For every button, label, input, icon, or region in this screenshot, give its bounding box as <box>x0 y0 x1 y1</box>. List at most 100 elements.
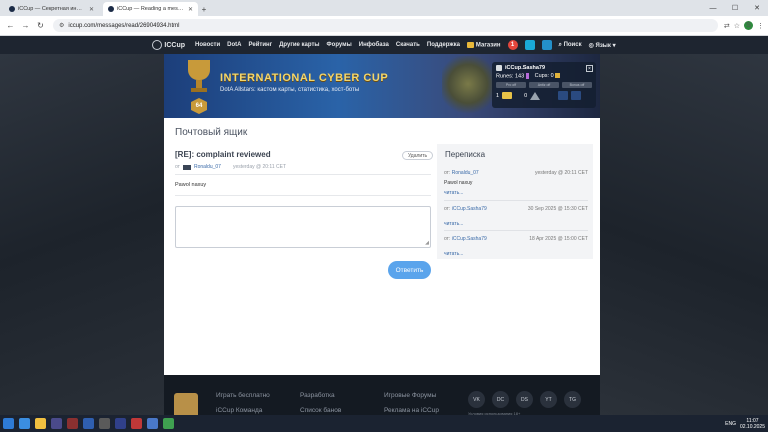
minimize-button[interactable]: — <box>702 0 724 16</box>
conv-sender-link[interactable]: iCCup.Sasha79 <box>452 236 487 242</box>
nav-other-maps[interactable]: Другие карты <box>279 42 319 48</box>
app-icon[interactable] <box>147 418 158 429</box>
iccup-logo[interactable]: ICCup <box>152 40 185 50</box>
reply-textarea[interactable]: ◢ <box>175 206 431 248</box>
mail-icon[interactable] <box>502 92 513 100</box>
close-tab-icon[interactable]: ✕ <box>89 6 94 13</box>
divider <box>444 230 588 231</box>
logo-text: ICCup <box>164 41 185 49</box>
bonus-slot[interactable]: Bonus off <box>562 82 592 89</box>
app-icon[interactable] <box>67 418 78 429</box>
sender-link[interactable]: Ronaldu_07 <box>194 164 221 170</box>
conv-read-link[interactable]: читать... <box>444 221 588 227</box>
app-icon[interactable] <box>99 418 110 429</box>
conv-from-prefix: от: <box>444 170 451 176</box>
youtube-icon[interactable]: YT <box>540 391 557 408</box>
reply-button[interactable]: Ответить <box>388 261 431 279</box>
conv-sender-link[interactable]: Ronaldu_07 <box>452 170 479 176</box>
conv-preview: Pawol naxuy <box>444 180 473 186</box>
divider <box>444 200 588 201</box>
nav-forums[interactable]: Форумы <box>327 42 352 48</box>
nav-rating[interactable]: Рейтинг <box>249 42 273 48</box>
nav-download[interactable]: Скачать <box>396 42 420 48</box>
username[interactable]: iCCup.Sasha79 <box>505 65 545 71</box>
cups-label: Cups: 0 <box>534 73 554 80</box>
conv-sender-link[interactable]: iCCup.Sasha79 <box>452 206 487 212</box>
start-icon[interactable] <box>3 418 14 429</box>
logout-icon[interactable]: × <box>586 65 593 72</box>
footer-link[interactable]: Игровые Форумы <box>384 392 436 399</box>
pro-slot[interactable]: Pro off <box>496 82 526 89</box>
language-label: Язык <box>595 42 611 49</box>
footer-link[interactable]: Список банов <box>300 407 341 414</box>
footer-link[interactable]: Играть бесплатно <box>216 392 270 399</box>
wrench-icon[interactable] <box>558 91 569 101</box>
app-icon[interactable] <box>51 418 62 429</box>
telegram-app-icon[interactable] <box>19 418 30 429</box>
user-icon[interactable] <box>541 40 552 50</box>
close-tab-icon[interactable]: ✕ <box>188 6 193 13</box>
notification-badge[interactable]: 1 <box>507 40 518 50</box>
browser-tab-2[interactable]: iCCup — Reading a message f… ✕ <box>103 2 198 16</box>
language-indicator[interactable]: ENG <box>725 421 736 427</box>
translate-icon[interactable]: ⇄ <box>724 22 730 30</box>
nav-shop[interactable]: Магазин <box>466 41 501 48</box>
browser-tab-1[interactable]: iCCup — Секретная информа… ✕ <box>4 2 99 16</box>
telegram-icon[interactable]: TG <box>564 391 581 408</box>
language-selector[interactable]: ◎ Язык ▾ <box>589 42 616 49</box>
conversation-item: от: iCCup.Sasha79 18 Apr 2025 @ 15:00 CE… <box>444 236 588 257</box>
reload-icon[interactable]: ↻ <box>34 19 47 32</box>
footer-link[interactable]: Разработка <box>300 392 335 399</box>
warn-count: 0 <box>524 92 528 99</box>
warning-icon[interactable] <box>530 91 541 100</box>
resize-grip-icon[interactable]: ◢ <box>425 240 429 246</box>
conv-read-link[interactable]: читать... <box>444 251 588 257</box>
site-footer: Играть бесплатно iCCup Команда Разработк… <box>164 375 600 416</box>
hero-artwork <box>442 56 494 118</box>
background-art-right <box>600 54 768 415</box>
antiz-slot[interactable]: Antiz off <box>529 82 559 89</box>
profile-avatar[interactable]: S <box>744 21 753 30</box>
vk-icon[interactable]: VK <box>468 391 485 408</box>
search-link[interactable]: ⌕ Поиск <box>559 42 582 49</box>
shop-icon <box>466 41 474 48</box>
app-icon[interactable] <box>83 418 94 429</box>
url-field[interactable]: ⚙ iccup.com/messages/read/26904934.html <box>53 19 718 32</box>
forward-icon[interactable]: → <box>19 19 32 32</box>
footer-link[interactable]: Реклама на iCCup <box>384 407 439 414</box>
user-avatar[interactable] <box>496 65 502 71</box>
nav-dota[interactable]: DotA <box>227 42 241 48</box>
monitor-icon[interactable] <box>524 40 535 50</box>
nav-infobase[interactable]: Инфобаза <box>359 42 389 48</box>
maximize-button[interactable]: ☐ <box>724 0 746 16</box>
delete-button[interactable]: Удалить <box>402 151 434 160</box>
level-badge: 64 <box>191 98 207 114</box>
close-window-button[interactable]: ✕ <box>746 0 768 16</box>
conv-from-prefix: от: <box>444 206 451 212</box>
mail-count: 1 <box>496 92 500 99</box>
conv-read-link[interactable]: читать... <box>444 190 588 196</box>
app-icon[interactable] <box>115 418 126 429</box>
nav-news[interactable]: Новости <box>195 42 220 48</box>
url-text: iccup.com/messages/read/26904934.html <box>68 22 180 29</box>
app-icon[interactable] <box>131 418 142 429</box>
user-panel: iCCup.Sasha79 × Runes: 143 Cups: 0 Pro o… <box>492 62 596 108</box>
browser-menu-icon[interactable]: ⋮ <box>757 22 764 30</box>
footer-link[interactable]: iCCup Команда <box>216 407 262 414</box>
tab-title: iCCup — Reading a message f… <box>117 6 185 12</box>
divider <box>175 195 431 196</box>
explorer-icon[interactable] <box>35 418 46 429</box>
iccup-favicon-icon <box>9 6 15 12</box>
nav-support[interactable]: Поддержка <box>427 42 460 48</box>
clock[interactable]: 11:07 02.10.2025 <box>740 418 765 430</box>
discord-alt-icon[interactable]: DS <box>516 391 533 408</box>
bookmark-star-icon[interactable]: ☆ <box>734 22 740 30</box>
back-icon[interactable]: ← <box>4 19 17 32</box>
site-info-icon[interactable]: ⚙ <box>59 22 64 29</box>
profile-settings-icon[interactable] <box>571 91 582 101</box>
footer-logo-icon <box>174 393 198 415</box>
chrome-icon[interactable] <box>163 418 174 429</box>
search-label: Поиск <box>563 41 582 48</box>
new-tab-button[interactable]: + <box>198 2 210 16</box>
discord-icon[interactable]: DC <box>492 391 509 408</box>
